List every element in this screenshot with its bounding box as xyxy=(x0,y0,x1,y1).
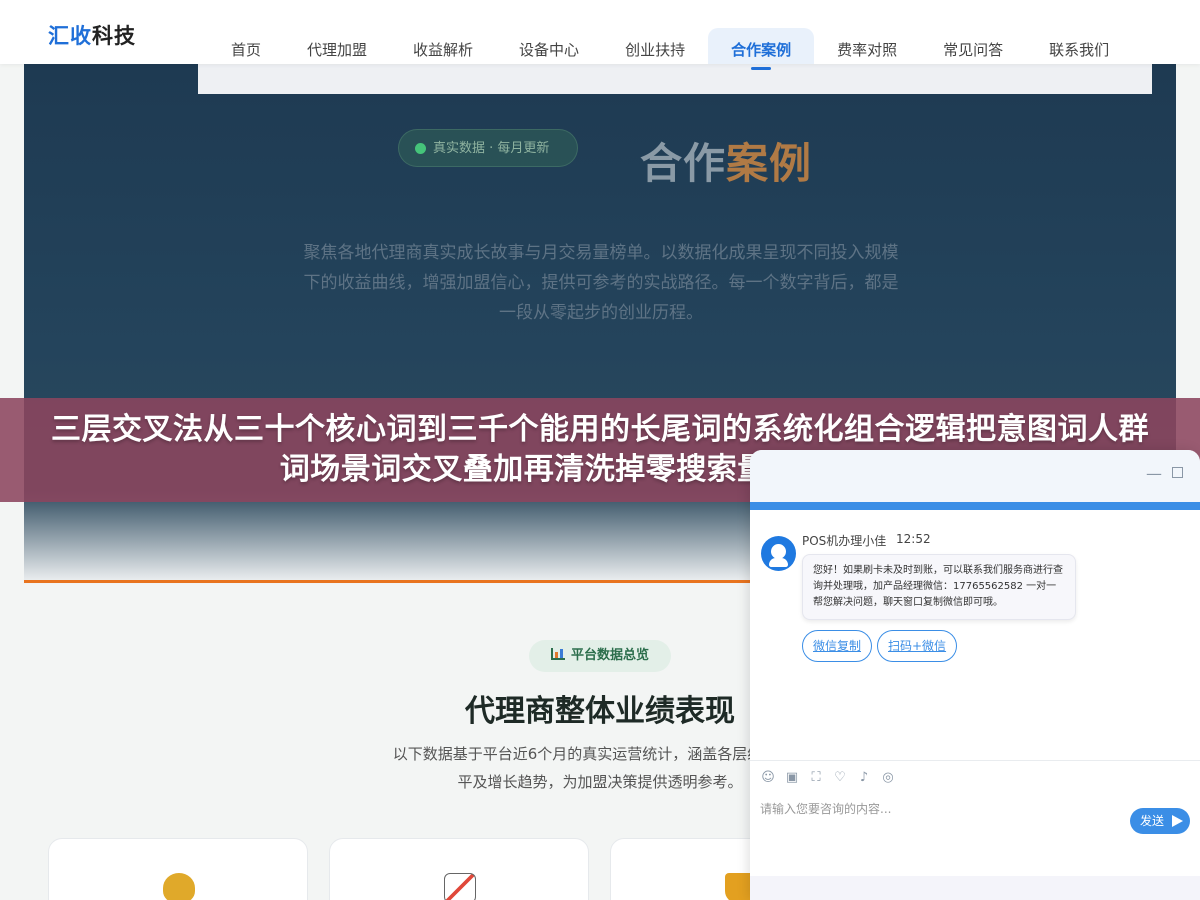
hero-badge: 真实数据 · 每月更新 xyxy=(398,129,578,167)
minimize-icon[interactable]: — xyxy=(1146,464,1162,483)
site-header: 汇收科技 首页 代理加盟 收益解析 设备中心 创业扶持 合作案例 费率对照 常见… xyxy=(0,0,1200,70)
logo[interactable]: 汇收科技 xyxy=(48,20,136,50)
send-label: 发送 xyxy=(1140,814,1165,828)
sound-icon[interactable]: ♪ xyxy=(856,770,872,786)
stats-pill: 平台数据总览 xyxy=(529,640,671,672)
nav-contact[interactable]: 联系我们 xyxy=(1026,28,1132,64)
agent-name: POS机办理小佳 xyxy=(802,534,887,548)
stats-pill-text: 平台数据总览 xyxy=(570,648,649,663)
nav-rates[interactable]: 费率对照 xyxy=(814,28,920,64)
copy-wechat-button[interactable]: 微信复制 xyxy=(802,630,873,662)
hero-title-part1: 合作 xyxy=(640,139,727,188)
money-bag-icon xyxy=(163,873,195,900)
screenshot-icon[interactable]: ⛶ xyxy=(808,770,824,786)
rating-icon[interactable]: ♡ xyxy=(832,770,848,786)
hero-description: 聚焦各地代理商真实成长故事与月交易量榜单。以数据化成果呈现不同投入规模下的收益曲… xyxy=(303,243,899,323)
send-arrow-icon xyxy=(1172,815,1183,827)
chat-divider xyxy=(750,760,1200,761)
nav-agent-join[interactable]: 代理加盟 xyxy=(284,28,390,64)
chat-message-input[interactable]: 请输入您要咨询的内容... xyxy=(760,800,1120,817)
nav-revenue[interactable]: 收益解析 xyxy=(390,28,496,64)
stat-card-income xyxy=(48,838,308,900)
chat-titlebar: — xyxy=(750,450,1200,502)
chat-toolbar: ☺ ▣ ⛶ ♡ ♪ ◎ xyxy=(760,770,904,786)
stat-card-growth xyxy=(329,838,589,900)
image-icon[interactable]: ▣ xyxy=(784,770,800,786)
live-dot-icon xyxy=(415,143,426,154)
chat-footer xyxy=(750,876,1200,900)
nav-faq[interactable]: 常见问答 xyxy=(920,28,1026,64)
emoji-icon[interactable]: ☺ xyxy=(760,770,776,786)
main-nav: 首页 代理加盟 收益解析 设备中心 创业扶持 合作案例 费率对照 常见问答 联系… xyxy=(208,28,1132,70)
hero-title-part2: 案例 xyxy=(726,139,813,188)
logo-text-brand: 汇收 xyxy=(48,24,92,48)
send-button[interactable]: 发送 xyxy=(1130,808,1190,834)
bar-chart-icon xyxy=(550,648,565,660)
nav-cases[interactable]: 合作案例 xyxy=(708,28,815,70)
hero-top-bar xyxy=(198,64,1152,94)
agent-avatar xyxy=(761,536,796,571)
logo-text-rest: 科技 xyxy=(92,24,136,48)
wechat-icon[interactable]: ◎ xyxy=(880,770,896,786)
hero-title: 合作案例 xyxy=(640,130,812,191)
message-time: 12:52 xyxy=(896,532,931,546)
hero-divider xyxy=(24,580,764,583)
scan-wechat-button[interactable]: 扫码+微信 xyxy=(877,630,958,662)
nav-support[interactable]: 创业扶持 xyxy=(602,28,708,64)
chat-accent-bar xyxy=(750,502,1200,510)
nav-home[interactable]: 首页 xyxy=(208,28,284,64)
stats-title: 代理商整体业绩表现 xyxy=(465,694,735,729)
maximize-icon[interactable] xyxy=(1172,467,1183,478)
nav-devices[interactable]: 设备中心 xyxy=(496,28,602,64)
trend-chart-icon xyxy=(444,873,476,900)
agent-message: 您好！如果刷卡未及时到账，可以联系我们服务商进行查询并处理哦，加产品经理微信：1… xyxy=(802,554,1076,620)
hero-badge-text: 真实数据 · 每月更新 xyxy=(433,141,550,156)
chat-widget: — POS机办理小佳 12:52 您好！如果刷卡未及时到账，可以联系我们服务商进… xyxy=(750,450,1200,900)
